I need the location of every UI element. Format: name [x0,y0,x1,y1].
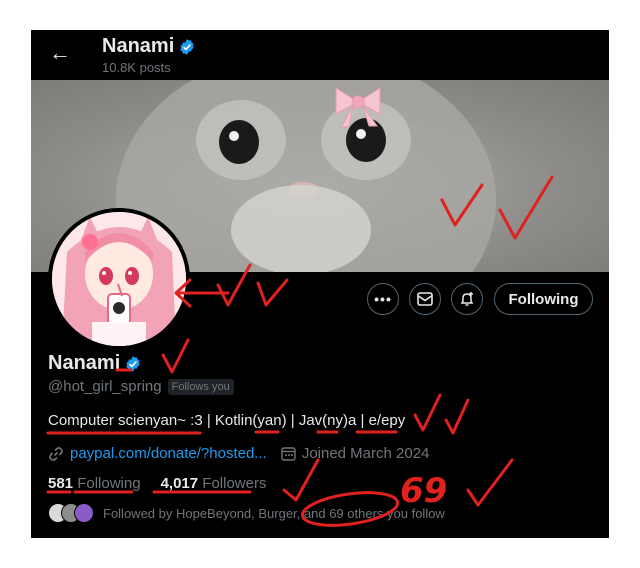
followers-label: Followers [202,475,267,492]
handle-row: @hot_girl_spring Follows you [48,378,234,395]
calendar-icon [281,447,296,461]
message-button[interactable] [409,283,441,315]
link-icon [49,446,63,461]
following-label: Following [77,475,141,492]
profile-page: ← Nanami 10.8K posts ••• Following Nanam… [31,30,609,538]
anime-girl-avatar-image [52,212,186,346]
follow-stats: 581 Following 4,017 Followers [48,475,266,492]
post-count: 10.8K posts [102,60,171,75]
more-icon: ••• [374,291,392,307]
verified-badge-icon [180,38,194,55]
following-link[interactable]: 581 Following [48,475,141,492]
more-button[interactable]: ••• [367,283,399,315]
profile-handle: @hot_girl_spring [48,378,162,395]
joined-text: Joined March 2024 [301,445,430,462]
joined-date: Joined March 2024 [281,445,430,462]
header-title: Nanami [102,35,196,58]
followers-count: 4,017 [160,475,199,492]
bell-plus-icon [460,292,474,306]
top-bar: ← Nanami 10.8K posts [31,30,609,80]
follows-you-badge: Follows you [167,378,234,395]
followed-by-text: Followed by HopeBeyond, Burger, and 69 o… [103,505,445,521]
profile-link[interactable]: paypal.com/donate/?hosted... [48,445,267,462]
header-name: Nanami [102,35,175,57]
followers-link[interactable]: 4,017 Followers [161,475,267,492]
profile-meta: paypal.com/donate/?hosted... Joined Marc… [48,445,429,462]
avatar[interactable] [48,208,190,350]
following-count: 581 [48,475,74,492]
notify-button[interactable] [451,283,483,315]
following-button[interactable]: Following [494,283,593,315]
profile-link-text[interactable]: paypal.com/donate/?hosted... [70,445,267,462]
profile-bio: Computer scienyan~ :3 | Kotlin(yan) | Ja… [48,412,406,429]
mutual-avatar [74,503,94,523]
followed-by[interactable]: Followed by HopeBeyond, Burger, and 69 o… [48,503,445,523]
back-arrow-icon[interactable]: ← [49,42,71,64]
verified-badge-icon [126,355,140,372]
display-name: Nanami [48,352,142,375]
mail-icon [417,292,433,306]
mutual-avatars [48,503,94,523]
profile-name: Nanami [48,352,121,374]
